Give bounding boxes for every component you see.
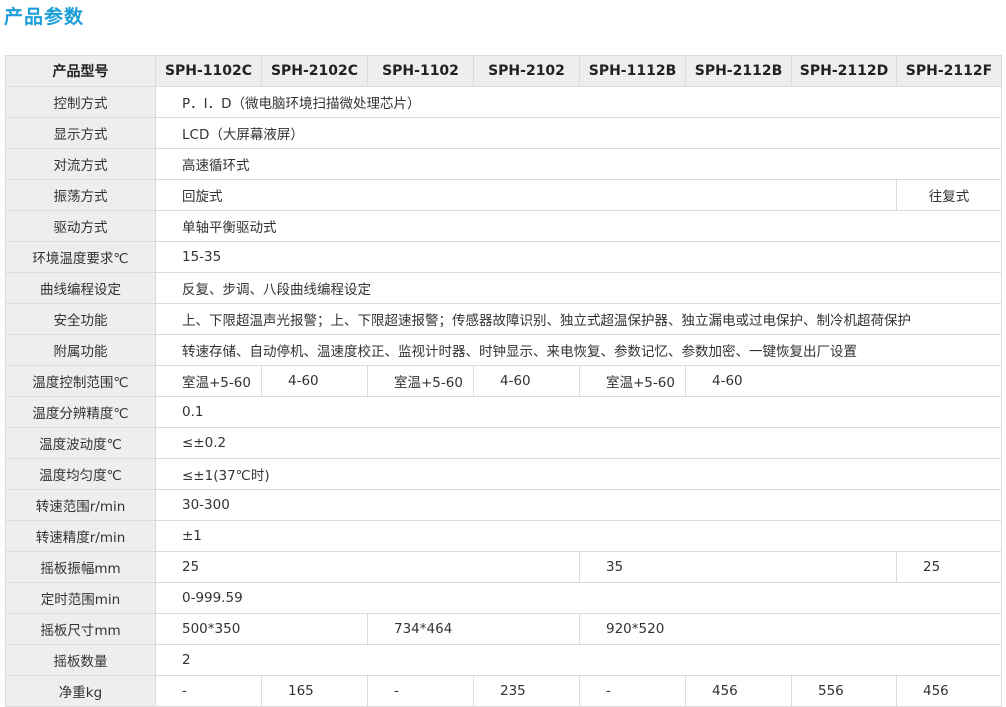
- table-row: 摇板振幅mm 25 35 25: [5, 551, 1002, 583]
- row-label: 摇板数量: [5, 644, 156, 676]
- table-row: 附属功能 转速存储、自动停机、温速度校正、监视计时器、时钟显示、来电恢复、参数记…: [5, 334, 1002, 366]
- row-label: 显示方式: [5, 117, 156, 149]
- row-label: 转速精度r/min: [5, 520, 156, 552]
- model-header: SPH-2102C: [261, 55, 368, 87]
- row-value: 25: [155, 551, 580, 583]
- row-value: P．I．D（微电脑环境扫描微处理芯片）: [155, 86, 1002, 118]
- model-header: SPH-2112B: [685, 55, 792, 87]
- table-row: 安全功能 上、下限超温声光报警；上、下限超速报警；传感器故障识别、独立式超温保护…: [5, 303, 1002, 335]
- header-label: 产品型号: [5, 55, 156, 87]
- row-label: 驱动方式: [5, 210, 156, 242]
- table-row: 控制方式 P．I．D（微电脑环境扫描微处理芯片）: [5, 86, 1002, 118]
- row-value: 往复式: [896, 179, 1002, 211]
- row-value: 上、下限超温声光报警；上、下限超速报警；传感器故障识别、独立式超温保护器、独立漏…: [155, 303, 1002, 335]
- table-row: 驱动方式 单轴平衡驱动式: [5, 210, 1002, 242]
- model-header: SPH-1112B: [579, 55, 686, 87]
- table-row: 定时范围min 0-999.59: [5, 582, 1002, 614]
- row-value: 0-999.59: [155, 582, 1002, 614]
- table-row: 转速精度r/min ±1: [5, 520, 1002, 552]
- row-label: 附属功能: [5, 334, 156, 366]
- row-value: 反复、步调、八段曲线编程设定: [155, 272, 1002, 304]
- row-value: 235: [473, 675, 580, 707]
- row-label: 控制方式: [5, 86, 156, 118]
- row-value: 556: [791, 675, 897, 707]
- row-value: 456: [896, 675, 1002, 707]
- model-header: SPH-1102C: [155, 55, 262, 87]
- row-value: 转速存储、自动停机、温速度校正、监视计时器、时钟显示、来电恢复、参数记忆、参数加…: [155, 334, 1002, 366]
- row-value: -: [155, 675, 262, 707]
- row-value: 4-60: [473, 365, 580, 397]
- row-value: 35: [579, 551, 897, 583]
- row-label: 净重kg: [5, 675, 156, 707]
- row-value: 25: [896, 551, 1002, 583]
- page-title: 产品参数: [4, 6, 85, 28]
- table-row: 对流方式 高速循环式: [5, 148, 1002, 180]
- table-row: 曲线编程设定 反复、步调、八段曲线编程设定: [5, 272, 1002, 304]
- row-value: 室温+5-60: [579, 365, 686, 397]
- row-value: 回旋式: [155, 179, 897, 211]
- header-row: 产品型号 SPH-1102C SPH-2102C SPH-1102 SPH-21…: [5, 55, 1002, 87]
- row-value: 2: [155, 644, 1002, 676]
- row-value: 4-60: [685, 365, 1002, 397]
- row-value: ≤±0.2: [155, 427, 1002, 459]
- table-row: 振荡方式 回旋式 往复式: [5, 179, 1002, 211]
- row-label: 温度分辨精度℃: [5, 396, 156, 428]
- row-label: 振荡方式: [5, 179, 156, 211]
- row-value: 15-35: [155, 241, 1002, 273]
- model-header: SPH-2102: [473, 55, 580, 87]
- row-value: 室温+5-60: [367, 365, 474, 397]
- model-header: SPH-2112D: [791, 55, 897, 87]
- table-row: 显示方式 LCD（大屏幕液屏）: [5, 117, 1002, 149]
- row-label: 温度均匀度℃: [5, 458, 156, 490]
- row-value: 456: [685, 675, 792, 707]
- row-value: 30-300: [155, 489, 1002, 521]
- row-label: 安全功能: [5, 303, 156, 335]
- row-label: 温度波动度℃: [5, 427, 156, 459]
- row-value: -: [579, 675, 686, 707]
- model-header: SPH-2112F: [896, 55, 1002, 87]
- row-label: 摇板尺寸mm: [5, 613, 156, 645]
- row-label: 摇板振幅mm: [5, 551, 156, 583]
- row-value: 单轴平衡驱动式: [155, 210, 1002, 242]
- row-label: 环境温度要求℃: [5, 241, 156, 273]
- row-value: ±1: [155, 520, 1002, 552]
- table-row: 温度控制范围℃ 室温+5-60 4-60 室温+5-60 4-60 室温+5-6…: [5, 365, 1002, 397]
- model-header: SPH-1102: [367, 55, 474, 87]
- row-value: 高速循环式: [155, 148, 1002, 180]
- row-value: 室温+5-60: [155, 365, 262, 397]
- table-row: 摇板尺寸mm 500*350 734*464 920*520: [5, 613, 1002, 645]
- table-row: 温度波动度℃ ≤±0.2: [5, 427, 1002, 459]
- row-value: 500*350: [155, 613, 368, 645]
- row-value: 165: [261, 675, 368, 707]
- row-value: ≤±1(37℃时): [155, 458, 1002, 490]
- row-value: 920*520: [579, 613, 1002, 645]
- table-row: 温度分辨精度℃ 0.1: [5, 396, 1002, 428]
- row-label: 转速范围r/min: [5, 489, 156, 521]
- row-label: 定时范围min: [5, 582, 156, 614]
- table-row: 环境温度要求℃ 15-35: [5, 241, 1002, 273]
- row-label: 曲线编程设定: [5, 272, 156, 304]
- table-row: 温度均匀度℃ ≤±1(37℃时): [5, 458, 1002, 490]
- row-value: LCD（大屏幕液屏）: [155, 117, 1002, 149]
- table-row: 转速范围r/min 30-300: [5, 489, 1002, 521]
- row-value: -: [367, 675, 474, 707]
- row-value: 4-60: [261, 365, 368, 397]
- table-row: 摇板数量 2: [5, 644, 1002, 676]
- table-row: 净重kg - 165 - 235 - 456 556 456: [5, 675, 1002, 707]
- row-value: 0.1: [155, 396, 1002, 428]
- spec-table: 产品型号 SPH-1102C SPH-2102C SPH-1102 SPH-21…: [5, 55, 1002, 707]
- row-label: 对流方式: [5, 148, 156, 180]
- row-label: 温度控制范围℃: [5, 365, 156, 397]
- row-value: 734*464: [367, 613, 580, 645]
